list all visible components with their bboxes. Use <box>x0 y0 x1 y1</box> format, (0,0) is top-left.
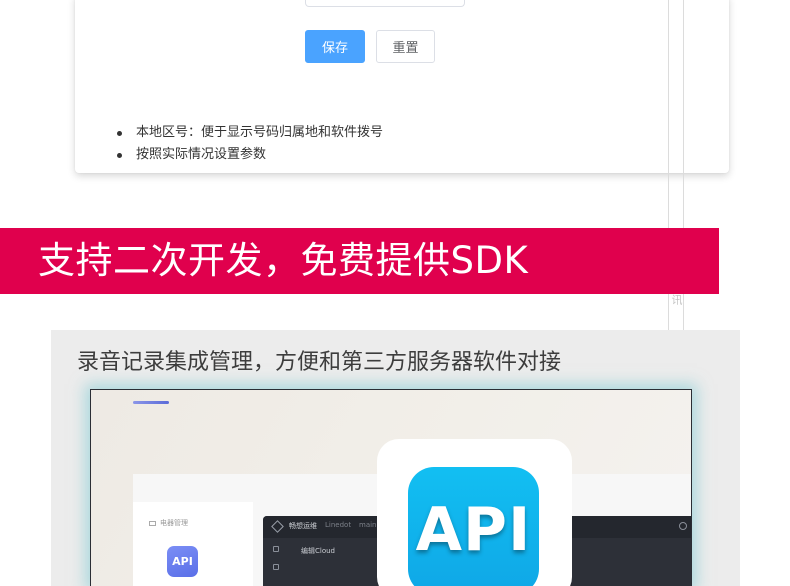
home-icon[interactable] <box>273 546 279 552</box>
sdk-banner: 支持二次开发，免费提供SDK <box>0 228 719 294</box>
settings-card: 保存 重置 本地区号：便于显示号码归属地和软件拨号 按照实际情况设置参数 <box>75 0 729 173</box>
tips-list: 本地区号：便于显示号码归属地和软件拨号 按照实际情况设置参数 <box>117 122 383 166</box>
api-icon: API <box>408 467 539 586</box>
accent-bar <box>133 401 169 404</box>
dark-tab[interactable]: main <box>359 521 377 529</box>
dark-tab[interactable]: Linedot <box>325 521 351 529</box>
dark-subtitle: 编辑Cloud <box>301 547 335 555</box>
dark-brand: 畅想运维 <box>289 522 317 530</box>
mini-api-icon: API <box>167 546 198 577</box>
settings-icon[interactable] <box>679 522 687 530</box>
reset-button[interactable]: 重置 <box>376 30 435 63</box>
folder-icon <box>149 520 156 526</box>
tip-item: 本地区号：便于显示号码归属地和软件拨号 <box>117 122 383 144</box>
sidebar-label-text: 电器管理 <box>160 519 188 527</box>
folder-icon[interactable] <box>273 564 279 570</box>
save-button[interactable]: 保存 <box>305 30 365 63</box>
section-title: 录音记录集成管理，方便和第三方服务器软件对接 <box>77 350 562 375</box>
tip-item: 按照实际情况设置参数 <box>117 144 383 166</box>
logo-icon <box>271 520 284 533</box>
api-icon-label: API <box>415 495 532 565</box>
settings-input-field[interactable] <box>305 0 465 7</box>
sidebar-label: 电器管理 <box>149 518 188 528</box>
